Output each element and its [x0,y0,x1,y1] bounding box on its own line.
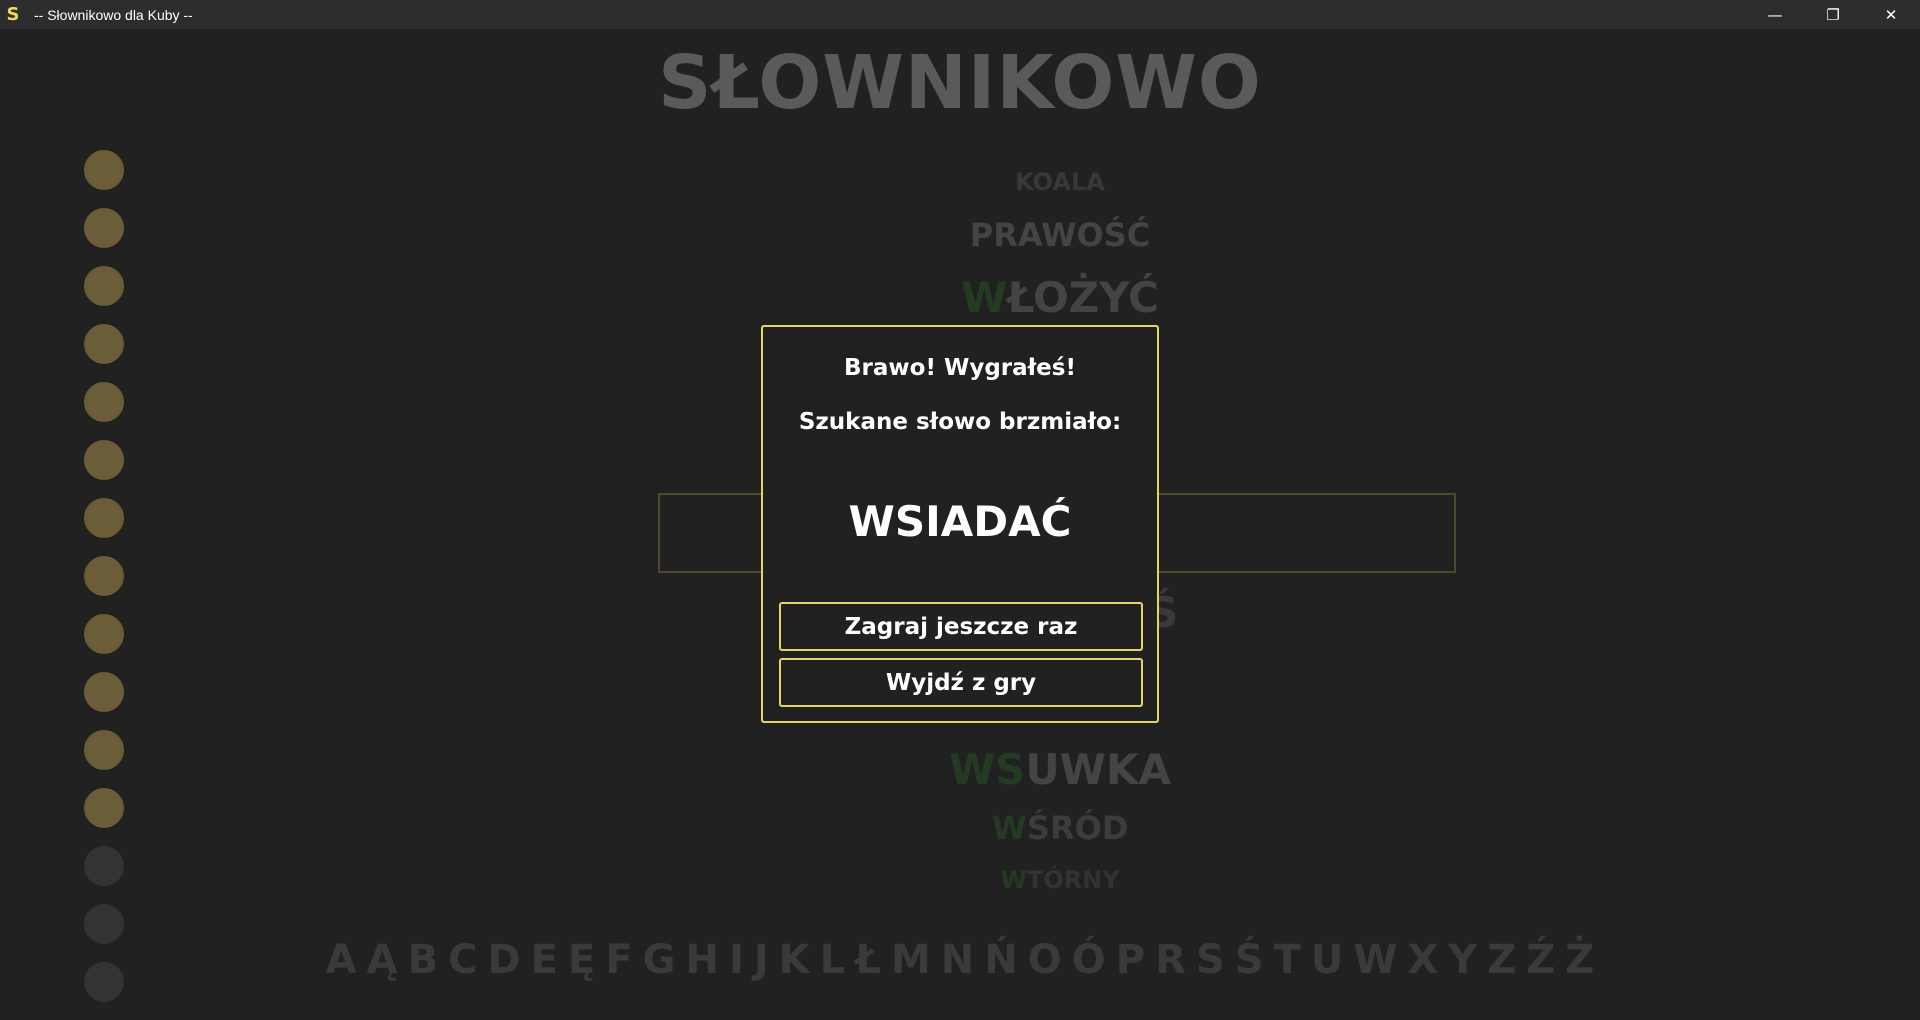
window-titlebar: S -- Słownikowo dla Kuby -- — ❐ ✕ [0,0,1920,29]
alphabet-letter: E [530,937,559,983]
alphabet-letter: Ż [1565,937,1595,983]
play-again-button[interactable]: Zagraj jeszcze raz [779,602,1143,651]
guess-word-hit: W [961,273,1008,322]
alphabet-letter: W [1353,937,1398,983]
alphabet-letter: Ś [1234,937,1264,983]
guess-word-rest: ŚRÓD [1026,809,1129,847]
alphabet-letter: X [1407,937,1439,983]
alphabet-letter: C [448,937,478,983]
attempt-dot-used [84,150,124,190]
alphabet-letter: J [753,937,769,983]
alphabet-letter: A [325,937,357,983]
guess-word-below-3: WTÓRNY [410,866,1710,894]
attempt-dot-used [84,440,124,480]
attempt-dot-used [84,266,124,306]
guess-word-hit: WS [948,745,1026,794]
alphabet-letter: L [819,937,846,983]
attempts-indicator [84,150,124,1020]
attempt-dot-used [84,614,124,654]
alphabet-letter: H [685,937,719,983]
guess-word-hit: W [1000,866,1027,894]
win-dialog: Brawo! Wygrałeś! Szukane słowo brzmiało:… [761,325,1159,723]
alphabet-letter: P [1115,937,1146,983]
guess-word-rest: ŁOŻYĆ [1007,273,1159,322]
alphabet-letter: R [1155,937,1186,983]
alphabet-letter: S [1195,937,1225,983]
guess-word-below-1: WSUWKA [410,745,1710,794]
alphabet-letter: F [605,937,633,983]
alphabet-letter: Ł [855,937,881,983]
guess-word-rest: KOALA [1015,168,1105,196]
window-controls: — ❐ ✕ [1746,0,1920,29]
alphabet-letter: Ą [366,937,398,983]
alphabet-letter: Z [1487,937,1517,983]
alphabet-letter: U [1310,937,1344,983]
alphabet-letter: T [1273,937,1301,983]
window-title: -- Słownikowo dla Kuby -- [34,6,193,23]
guess-word-rest: UWKA [1025,745,1172,794]
attempt-dot-used [84,382,124,422]
alphabet-letter: N [940,937,975,983]
restore-button[interactable]: ❐ [1804,0,1862,29]
guess-word-rest: PRAWOŚĆ [969,216,1151,254]
app-title: SŁOWNIKOWO [658,40,1262,126]
alphabet-letter: Ń [984,937,1018,983]
minimize-button[interactable]: — [1746,0,1804,29]
answer-label: Szukane słowo brzmiało: [798,409,1122,435]
guess-word-above-1: KOALA [410,168,1710,196]
app-icon: S [4,4,22,25]
alphabet-letter: I [729,937,744,983]
alphabet-letter: Ę [568,937,596,983]
attempt-dot-used [84,672,124,712]
close-button[interactable]: ✕ [1862,0,1920,29]
guess-word-hit: W [991,809,1027,847]
alphabet-letter: O [1027,937,1062,983]
alphabet-letter: Y [1448,937,1478,983]
alphabet-letter: G [642,937,676,983]
alphabet-letter: D [487,937,521,983]
win-message: Brawo! Wygrałeś! [844,355,1076,381]
alphabet-letter: M [890,937,931,983]
guess-word-rest: TÓRNY [1026,866,1120,894]
guess-word-below-2: WŚRÓD [410,809,1710,847]
guess-word-above-3: WŁOŻYĆ [410,273,1710,322]
attempt-dot-unused [84,846,124,886]
attempt-dot-used [84,324,124,364]
alphabet-row: AĄBCDEĘFGHIJKLŁMNŃOÓPRSŚTUWXYZŹŻ [0,937,1920,983]
exit-game-button[interactable]: Wyjdź z gry [779,658,1143,707]
guess-word-above-2: PRAWOŚĆ [410,216,1710,254]
attempt-dot-used [84,788,124,828]
attempt-dot-used [84,208,124,248]
alphabet-letter: Ó [1071,937,1106,983]
attempt-dot-used [84,498,124,538]
attempt-dot-used [84,730,124,770]
alphabet-letter: B [407,937,439,983]
answer-word: WSIADAĆ [848,497,1072,546]
attempt-dot-used [84,556,124,596]
alphabet-letter: Ź [1526,937,1556,983]
alphabet-letter: K [778,937,810,983]
